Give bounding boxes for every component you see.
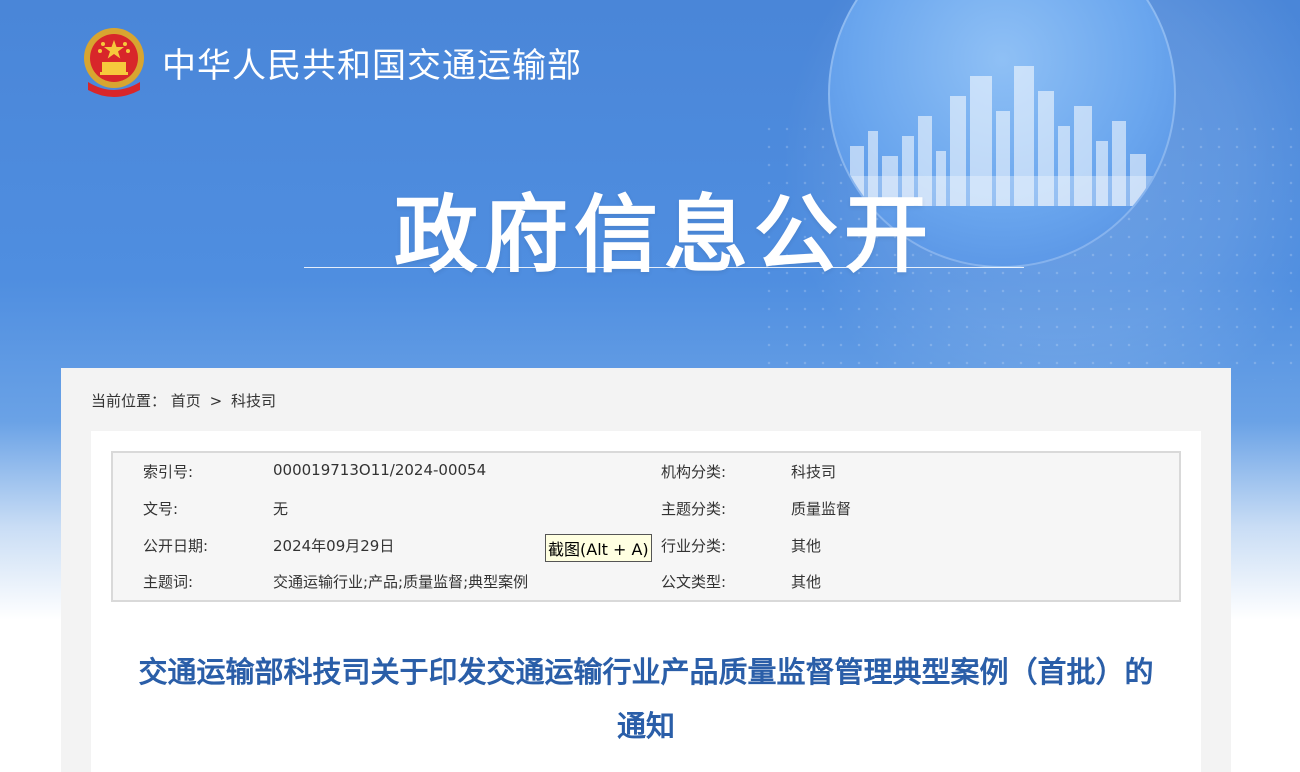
- meta-label: 机构分类:: [661, 463, 727, 481]
- meta-label: 公开日期:: [143, 537, 209, 555]
- meta-label: 行业分类:: [661, 537, 727, 555]
- content-panel: 当前位置： 首页 > 科技司 索引号: 000019713O11/2024-00…: [61, 368, 1231, 772]
- title-divider: [304, 267, 1024, 268]
- meta-value: 交通运输行业;产品;质量监督;典型案例: [273, 573, 529, 591]
- meta-row: 文号: 无 主题分类: 质量监督: [113, 490, 1179, 526]
- document-metadata-table: 索引号: 000019713O11/2024-00054 机构分类: 科技司 文…: [111, 451, 1181, 602]
- document-title: 交通运输部科技司关于印发交通运输行业产品质量监督管理典型案例（首批）的通知: [138, 655, 1154, 743]
- meta-label: 主题词:: [143, 573, 194, 591]
- national-emblem-icon: [84, 28, 144, 97]
- site-title[interactable]: 中华人民共和国交通运输部: [162, 38, 582, 87]
- section-title: 政府信息公开: [393, 186, 934, 284]
- meta-row: 主题词: 交通运输行业;产品;质量监督;典型案例 公文类型: 其他: [113, 563, 1179, 599]
- meta-value: 2024年09月29日: [273, 537, 395, 555]
- document-card: 索引号: 000019713O11/2024-00054 机构分类: 科技司 文…: [91, 431, 1201, 772]
- meta-value: 000019713O11/2024-00054: [273, 461, 487, 479]
- meta-row: 索引号: 000019713O11/2024-00054 机构分类: 科技司: [113, 453, 1179, 489]
- meta-value: 其他: [791, 537, 822, 555]
- meta-value: 无: [273, 500, 289, 518]
- breadcrumb-separator: >: [209, 392, 223, 410]
- screenshot-shortcut-tooltip: 截图(Alt + A): [545, 534, 652, 562]
- meta-label: 文号:: [143, 500, 179, 518]
- breadcrumb: 当前位置： 首页 > 科技司: [91, 390, 276, 411]
- breadcrumb-home-link[interactable]: 首页: [171, 392, 201, 410]
- breadcrumb-current-link[interactable]: 科技司: [231, 392, 276, 410]
- meta-value: 其他: [791, 573, 822, 591]
- meta-label: 公文类型:: [661, 573, 727, 591]
- meta-label: 索引号:: [143, 463, 194, 481]
- breadcrumb-prefix: 当前位置：: [91, 392, 167, 410]
- meta-value: 科技司: [791, 463, 837, 481]
- meta-label: 主题分类:: [661, 500, 727, 518]
- meta-value: 质量监督: [791, 500, 852, 518]
